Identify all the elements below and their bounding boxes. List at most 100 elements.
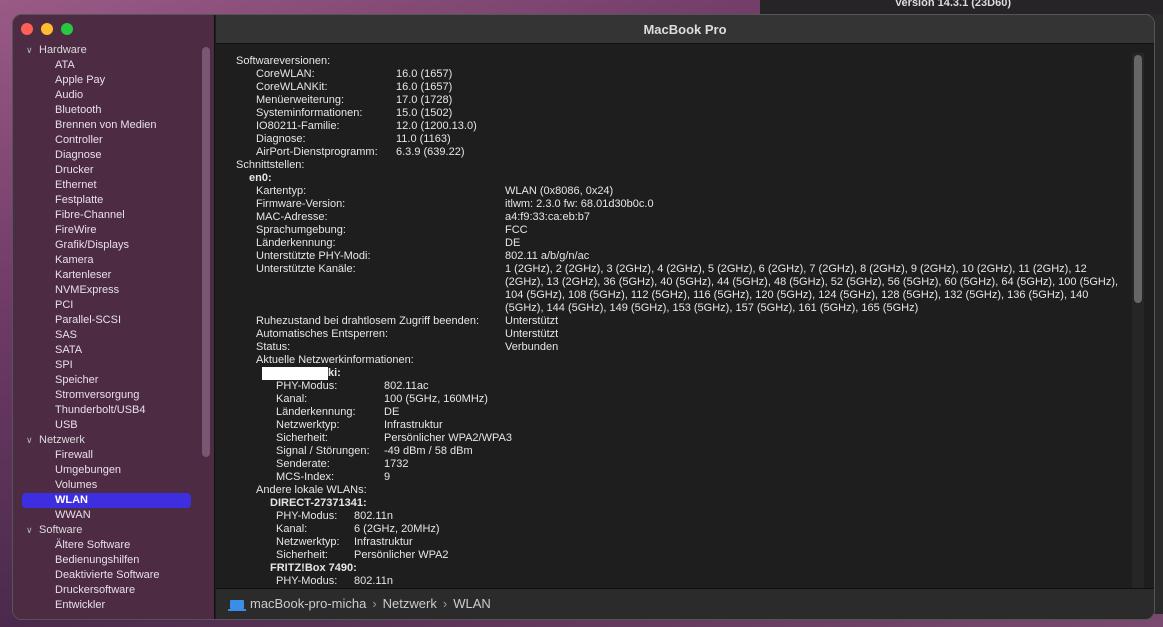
field-value: Infrastruktur [384, 419, 443, 431]
path-wlan[interactable]: WLAN [453, 589, 491, 619]
sidebar-item[interactable]: Drucker [13, 163, 203, 178]
sidebar-item[interactable]: Ethernet [13, 178, 203, 193]
sidebar-item[interactable]: Festplatte [13, 193, 203, 208]
network-name: FRITZ!Box 7490: [270, 562, 357, 574]
sidebar-category-label: Hardware [39, 44, 87, 56]
sidebar-item[interactable]: Parallel-SCSI [13, 313, 203, 328]
field-value: Persönlicher WPA2/WPA3 [384, 432, 512, 444]
field-value: 802.11n [354, 510, 393, 522]
sidebar-item[interactable]: SATA [13, 343, 203, 358]
field-label: Automatisches Entsperren: [256, 328, 389, 340]
field-value: 11.0 (1163) [396, 133, 451, 145]
sidebar-item[interactable]: ATA [13, 58, 203, 73]
sidebar-category[interactable]: ∨ Hardware [13, 43, 203, 58]
sidebar-item[interactable]: Apple Pay [13, 73, 203, 88]
field-label: Sprachumgebung: [256, 224, 346, 236]
sidebar-item[interactable]: PCI [13, 298, 203, 313]
subsection-heading: Andere lokale WLANs: [256, 484, 367, 496]
field-label: MCS-Index: [276, 471, 335, 483]
field-value: a4:f9:33:ca:eb:b7 [505, 211, 591, 223]
field-value: 802.11ac [384, 380, 429, 392]
field-value: 15.0 (1502) [396, 107, 453, 119]
field-label: Länderkennung: [256, 237, 336, 249]
field-value: WLAN (0x8086, 0x24) [505, 185, 614, 197]
sidebar-item[interactable]: WWAN [13, 508, 203, 523]
sidebar-category[interactable]: ∨ Netzwerk [13, 433, 203, 448]
chevron-right-icon: › [442, 596, 448, 611]
sidebar-list: ∨ Hardware ATA Apple Pay Audio Bluetooth Brenn… [13, 43, 203, 613]
sidebar-item[interactable]: Fibre-Channel [13, 208, 203, 223]
sidebar-item[interactable]: Speicher [13, 373, 203, 388]
sidebar-item[interactable]: Ältere Software [13, 538, 203, 553]
sidebar-item[interactable]: Kartenleser [13, 268, 203, 283]
system-information-window: ∨ Hardware ATA Apple Pay Audio Bluetooth Brenn… [12, 14, 1155, 620]
sidebar-item[interactable]: Brennen von Medien [13, 118, 203, 133]
sidebar-item[interactable]: Diagnose [13, 148, 203, 163]
sidebar-item[interactable]: Grafik/Displays [13, 238, 203, 253]
chevron-down-icon[interactable]: ∨ [26, 43, 33, 58]
field-label: Firmware-Version: [256, 198, 346, 210]
sidebar-item[interactable]: Controller [13, 133, 203, 148]
field-label: Senderate: [276, 458, 330, 470]
sidebar-item[interactable]: USB [13, 418, 203, 433]
sidebar-item[interactable]: Firewall [13, 448, 203, 463]
subsection-heading: Aktuelle Netzwerkinformationen: [256, 354, 414, 366]
scrollbar-thumb[interactable] [1134, 55, 1142, 303]
field-value: 16.0 (1657) [396, 81, 453, 93]
field-value: 802.11 a/b/g/n/ac [505, 250, 590, 262]
sidebar-item[interactable]: Entwickler [13, 598, 203, 613]
field-label: Kartentyp: [256, 185, 307, 197]
sidebar-item[interactable]: Audio [13, 88, 203, 103]
chevron-down-icon[interactable]: ∨ [26, 523, 33, 538]
field-label: PHY-Modus: [276, 510, 338, 522]
field-label: AirPort-Dienstprogramm: [256, 146, 378, 158]
field-label: Systeminformationen: [256, 107, 363, 119]
laptop-icon [228, 599, 246, 611]
current-network-name: ki: [328, 367, 341, 379]
chevron-down-icon[interactable]: ∨ [26, 433, 33, 448]
sidebar-scrollbar[interactable] [202, 47, 210, 457]
field-value: 6 (2GHz, 20MHz) [354, 523, 440, 535]
sidebar-item[interactable]: SPI [13, 358, 203, 373]
sidebar-category-label: Netzwerk [39, 434, 85, 446]
path-computer[interactable]: macBook-pro-micha [250, 589, 366, 619]
field-value: DE [384, 406, 400, 418]
field-value: 1732 [384, 458, 409, 470]
sidebar-item[interactable]: Kamera [13, 253, 203, 268]
field-value: Unterstützt [505, 315, 559, 327]
close-button[interactable] [21, 23, 33, 35]
background-window-bar: Version 14.3.1 (23D60) [760, 0, 1163, 14]
zoom-button[interactable] [61, 23, 73, 35]
sidebar-category[interactable]: ∨ Software [13, 523, 203, 538]
sidebar-item[interactable]: Bluetooth [13, 103, 203, 118]
window-title: MacBook Pro [216, 15, 1154, 44]
field-value: 6.3.9 (639.22) [396, 146, 465, 158]
sidebar-item[interactable]: Volumes [13, 478, 203, 493]
sidebar-item[interactable]: Umgebungen [13, 463, 203, 478]
sidebar-item[interactable]: Stromversorgung [13, 388, 203, 403]
sidebar-item[interactable]: SAS [13, 328, 203, 343]
field-value: Verbunden [505, 341, 559, 353]
field-label: MAC-Adresse: [256, 211, 328, 223]
minimize-button[interactable] [41, 23, 53, 35]
field-value: 802.11n [354, 575, 393, 587]
field-label: CoreWLAN: [256, 68, 315, 80]
sidebar-item[interactable]: WLAN [22, 493, 191, 508]
sidebar-item[interactable]: FireWire [13, 223, 203, 238]
sidebar-item[interactable]: Deaktivierte Software [13, 568, 203, 583]
field-label: Unterstützte Kanäle: [256, 263, 356, 275]
field-label: Kanal: [276, 393, 308, 405]
field-label: Länderkennung: [276, 406, 356, 418]
field-value: 12.0 (1200.13.0) [396, 120, 477, 132]
sidebar-item[interactable]: Thunderbolt/USB4 [13, 403, 203, 418]
field-label: Diagnose: [256, 133, 306, 145]
field-label: IO80211-Familie: [256, 120, 340, 132]
detail-pane: Softwareversionen: CoreWLAN: 16.0 (1657) Co… [216, 45, 1154, 588]
sidebar-item[interactable]: Druckersoftware [13, 583, 203, 598]
section-heading: Softwareversionen: [236, 55, 331, 67]
sidebar-item[interactable]: NVMExpress [13, 283, 203, 298]
field-label: Menüerweiterung: [256, 94, 345, 106]
field-label: PHY-Modus: [276, 575, 338, 587]
sidebar-item[interactable]: Bedienungshilfen [13, 553, 203, 568]
path-netzwerk[interactable]: Netzwerk [383, 589, 437, 619]
